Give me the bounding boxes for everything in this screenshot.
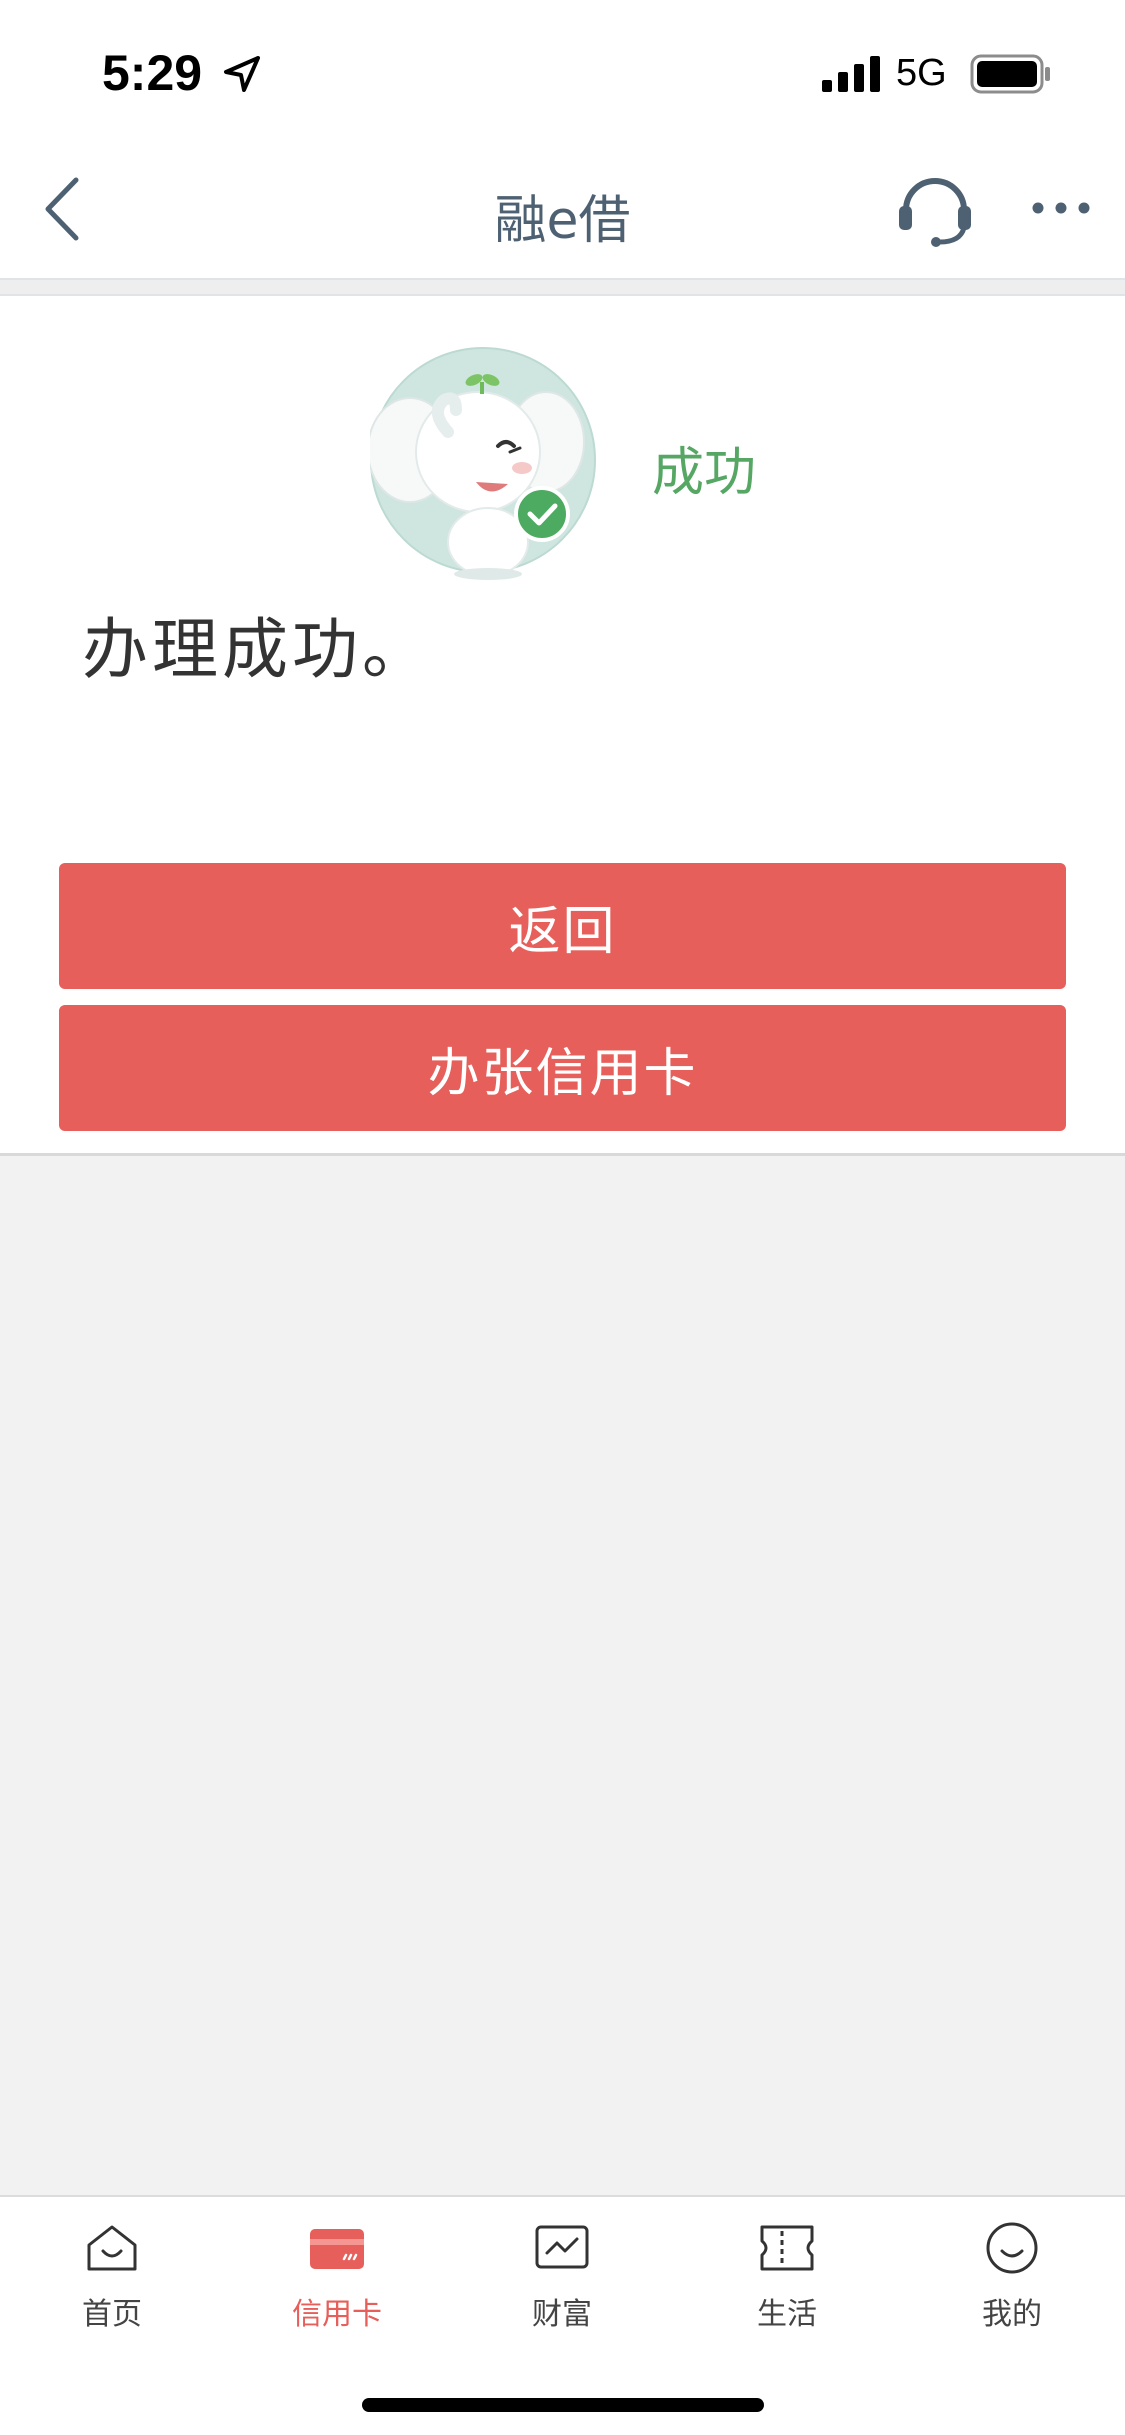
tab-life[interactable]: 生活 (707, 2219, 867, 2359)
tab-label: 生活 (757, 2297, 817, 2332)
home-indicator[interactable] (362, 2398, 764, 2412)
more-icon[interactable] (1030, 196, 1092, 220)
tab-label: 首页 (82, 2297, 142, 2332)
elephant-mascot-success-icon (370, 347, 596, 580)
tab-wealth[interactable]: 财富 (482, 2219, 642, 2359)
wealth-chart-icon (535, 2225, 589, 2269)
header-divider (0, 278, 1125, 296)
tab-mine[interactable]: 我的 (932, 2219, 1092, 2359)
ticket-icon (760, 2225, 814, 2271)
credit-card-icon (310, 2229, 364, 2269)
tab-label: 我的 (982, 2297, 1042, 2332)
back-button[interactable]: 返回 (59, 863, 1066, 989)
tab-home[interactable]: 首页 (32, 2219, 192, 2359)
signal-icon (822, 56, 880, 92)
home-icon (87, 2225, 137, 2271)
smiley-icon (986, 2222, 1038, 2274)
apply-credit-card-button[interactable]: 办张信用卡 (59, 1005, 1066, 1131)
screen: 5:29 5G 融e借 成功 办理成功。 返回 办张信用卡 首页 信用卡 财富 … (0, 0, 1125, 2435)
tab-credit-card[interactable]: 信用卡 (257, 2219, 417, 2359)
result-card: 成功 办理成功。 返回 办张信用卡 (0, 296, 1125, 1156)
status-bar: 5:29 5G (0, 0, 1125, 140)
status-label: 成功 (652, 443, 757, 503)
tab-label: 信用卡 (292, 2297, 382, 2332)
nav-bar: 融e借 (0, 140, 1125, 278)
battery-icon (970, 54, 1050, 94)
headset-icon[interactable] (896, 168, 974, 248)
tab-label: 财富 (532, 2297, 592, 2332)
status-time: 5:29 (102, 45, 203, 101)
network-type: 5G (896, 52, 947, 94)
location-arrow-icon (224, 56, 260, 92)
result-message: 办理成功。 (82, 611, 432, 688)
